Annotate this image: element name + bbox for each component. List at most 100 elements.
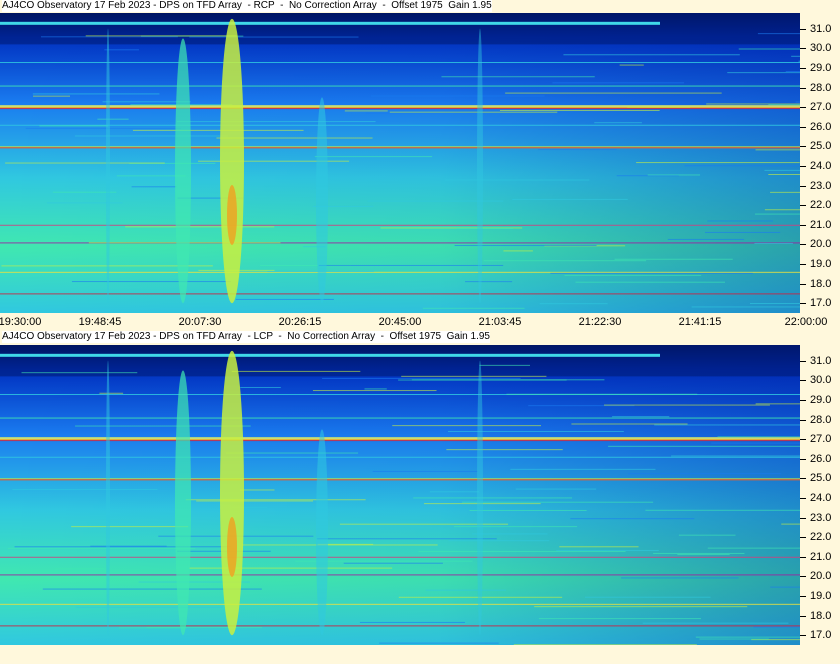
rfi-line-11 (0, 456, 800, 458)
spectrogram-streak (791, 55, 800, 57)
spectrogram-streak (770, 191, 800, 193)
spectrogram-streak (372, 470, 478, 472)
y-tick-label: 21.0 (810, 550, 832, 563)
y-tick-mark (800, 380, 806, 382)
x-tick-label: 20:07:30 (178, 316, 222, 328)
burst-core (227, 516, 237, 577)
spectrogram-streak (512, 198, 628, 200)
spectrogram-streak (654, 424, 800, 426)
y-tick-mark (800, 244, 806, 246)
y-tick-mark (800, 87, 806, 89)
spectrogram-streak (189, 567, 393, 569)
spectrogram-streak (119, 627, 187, 629)
spectrogram-streak (559, 546, 639, 548)
spectrogram-streak (235, 298, 334, 300)
spectrogram-streak (754, 213, 800, 215)
y-tick-label: 31.0 (810, 354, 832, 367)
rcp-spectrogram-svg (0, 13, 800, 313)
spectrogram-streak (755, 149, 800, 151)
spectrogram-streak (678, 534, 736, 536)
spectrogram-streak (612, 416, 670, 418)
spectrogram-streak (448, 430, 624, 432)
spectrogram-streak (503, 250, 533, 252)
spectrogram-streak (604, 404, 770, 406)
y-tick-mark (800, 205, 806, 207)
spectrogram-carrier-31mhz (0, 353, 660, 357)
spectrogram-streak (515, 488, 597, 490)
spectrogram-streak (584, 596, 711, 598)
spectrogram-streak (469, 509, 587, 511)
spectrogram-streak (196, 500, 314, 502)
rcp-panel: AJ4CO Observatory 17 Feb 2023 - DPS on T… (0, 0, 840, 331)
lcp-spectrogram-svg (0, 345, 800, 645)
spectrogram-streak (259, 441, 428, 443)
spectrogram-streak (108, 521, 135, 523)
y-tick-label: 20.0 (810, 238, 832, 251)
spectrogram-streak (312, 390, 437, 392)
spectrogram-streak (534, 606, 748, 608)
spectrogram-streak (628, 473, 781, 475)
y-tick-label: 17.0 (810, 297, 832, 310)
rfi-line-11 (0, 124, 800, 126)
spectrogram-streak (5, 162, 165, 164)
spectrogram-streak (705, 231, 781, 233)
rfi-line-9 (0, 85, 800, 87)
spectrogram-streak (465, 281, 513, 283)
spectrogram-streak (398, 379, 567, 381)
y-tick-label: 27.0 (810, 433, 832, 446)
y-tick-label: 31.0 (810, 22, 832, 35)
spectrogram-streak (317, 538, 497, 540)
spectrogram-streak (538, 149, 617, 151)
spectrogram-streak (185, 499, 366, 501)
spectrogram-streak (754, 242, 793, 244)
spectrogram-carrier-31mhz (0, 21, 660, 25)
rfi-line-8 (0, 625, 800, 627)
spectrogram-streak (99, 392, 124, 394)
spectrogram-streak (538, 618, 701, 620)
spectrogram-streak (444, 179, 590, 181)
spectrogram-streak (54, 568, 105, 570)
spectrogram-streak (575, 281, 726, 283)
burst-feature-4 (477, 28, 483, 304)
spectrogram-streak (125, 226, 275, 228)
spectrogram-streak (608, 445, 800, 447)
spectrogram-streak (343, 562, 443, 564)
x-tick-label: 19:48:45 (78, 316, 122, 328)
y-tick-label: 25.0 (810, 140, 832, 153)
spectrogram-streak (422, 307, 525, 309)
spectrogram-streak (614, 258, 733, 260)
spectrogram-streak (563, 54, 740, 56)
spectrogram-streak (379, 642, 499, 644)
rfi-line-2 (0, 108, 800, 110)
spectrogram-streak (344, 110, 388, 112)
spectrogram-streak (550, 272, 753, 274)
y-tick-mark (800, 67, 806, 69)
y-tick-mark (800, 28, 806, 30)
y-tick-mark (800, 263, 806, 265)
y-tick-label: 28.0 (810, 413, 832, 426)
y-tick-label: 17.0 (810, 629, 832, 642)
spectrogram-streak (707, 547, 800, 549)
spectrogram-streak (768, 104, 800, 106)
y-tick-mark (800, 537, 806, 539)
y-tick-label: 26.0 (810, 120, 832, 133)
spectrogram-streak (707, 220, 774, 222)
spectrogram-streak (364, 388, 387, 390)
rfi-line-4 (0, 479, 800, 481)
spectrogram-streak (401, 375, 547, 377)
spectrogram-streak (46, 202, 123, 204)
y-tick-mark (800, 126, 806, 128)
rfi-line-5 (0, 556, 800, 558)
spectrogram-streak (225, 452, 359, 454)
spectrogram-streak (717, 436, 800, 438)
y-tick-label: 19.0 (810, 589, 832, 602)
spectrogram-streak (764, 209, 800, 211)
lcp-panel: AJ4CO Observatory 17 Feb 2023 - DPS on T… (0, 331, 840, 664)
spectrogram-streak (770, 586, 800, 588)
spectrogram-streak (425, 589, 507, 591)
spectrogram-streak (785, 70, 800, 72)
y-tick-mark (800, 458, 806, 460)
y-tick-label: 22.0 (810, 531, 832, 544)
spectrogram-streak (359, 621, 465, 623)
y-tick-label: 18.0 (810, 609, 832, 622)
